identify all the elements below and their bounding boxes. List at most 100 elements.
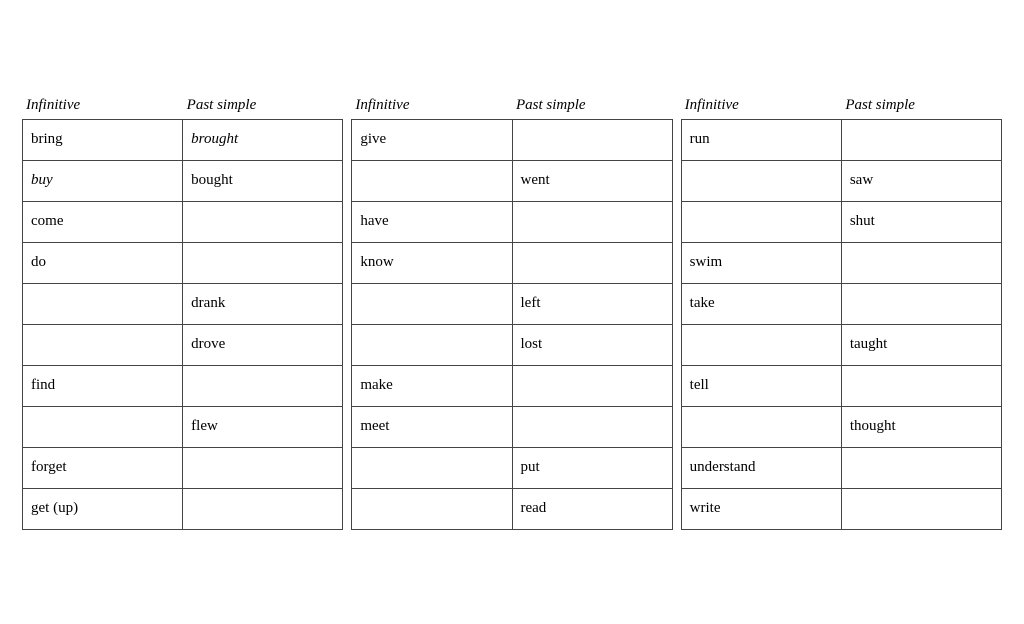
cell-past-simple [513, 243, 672, 283]
header-past-simple: Past simple [512, 95, 673, 116]
cell-infinitive: have [352, 202, 512, 242]
cell-infinitive [352, 448, 512, 488]
table-row: take [682, 284, 1001, 325]
table-row: put [352, 448, 671, 489]
table-row: meet [352, 407, 671, 448]
cell-infinitive [23, 407, 183, 447]
cell-infinitive: take [682, 284, 842, 324]
cell-infinitive: run [682, 120, 842, 160]
cell-past-simple [842, 489, 1001, 529]
table-row: shut [682, 202, 1001, 243]
cell-past-simple [183, 448, 342, 488]
table-1: bringbroughtbuyboughtcomedodrankdrovefin… [22, 119, 343, 530]
table-row: know [352, 243, 671, 284]
table-row: drank [23, 284, 342, 325]
table-row: bringbrought [23, 120, 342, 161]
cell-infinitive: meet [352, 407, 512, 447]
cell-infinitive: bring [23, 120, 183, 160]
table-row: run [682, 120, 1001, 161]
cell-past-simple [513, 120, 672, 160]
cell-infinitive: swim [682, 243, 842, 283]
column-headers-2: InfinitivePast simple [351, 95, 672, 119]
cell-past-simple: shut [842, 202, 1001, 242]
column-group-2: InfinitivePast simplegivewenthaveknowlef… [351, 95, 672, 530]
table-row: left [352, 284, 671, 325]
table-3: runsawshutswimtaketaughttellthoughtunder… [681, 119, 1002, 530]
column-group-1: InfinitivePast simplebringbroughtbuyboug… [22, 95, 343, 530]
cell-past-simple: taught [842, 325, 1001, 365]
column-headers-3: InfinitivePast simple [681, 95, 1002, 119]
cell-infinitive: come [23, 202, 183, 242]
header-past-simple: Past simple [183, 95, 344, 116]
cell-past-simple [842, 120, 1001, 160]
cell-past-simple [183, 489, 342, 529]
cell-infinitive: make [352, 366, 512, 406]
page-wrapper: InfinitivePast simplebringbroughtbuyboug… [22, 95, 1002, 530]
cell-past-simple: saw [842, 161, 1001, 201]
cell-past-simple: thought [842, 407, 1001, 447]
cell-past-simple: drank [183, 284, 342, 324]
table-row: find [23, 366, 342, 407]
table-row: come [23, 202, 342, 243]
table-row: get (up) [23, 489, 342, 529]
table-row: do [23, 243, 342, 284]
table-row: understand [682, 448, 1001, 489]
cell-past-simple [183, 366, 342, 406]
table-row: flew [23, 407, 342, 448]
cell-past-simple: brought [183, 120, 342, 160]
cell-infinitive [682, 407, 842, 447]
cell-infinitive [352, 325, 512, 365]
cell-infinitive: forget [23, 448, 183, 488]
table-row: write [682, 489, 1001, 529]
table-row: tell [682, 366, 1001, 407]
table-row: went [352, 161, 671, 202]
table-row: thought [682, 407, 1001, 448]
cell-infinitive [682, 202, 842, 242]
table-row: saw [682, 161, 1001, 202]
cell-past-simple [842, 448, 1001, 488]
cell-infinitive [23, 325, 183, 365]
cell-past-simple: lost [513, 325, 672, 365]
cell-infinitive [682, 161, 842, 201]
table-row: have [352, 202, 671, 243]
cell-past-simple [842, 284, 1001, 324]
cell-past-simple [183, 202, 342, 242]
table-row: drove [23, 325, 342, 366]
cell-infinitive [23, 284, 183, 324]
cell-past-simple [513, 407, 672, 447]
column-group-3: InfinitivePast simplerunsawshutswimtaket… [681, 95, 1002, 530]
cell-past-simple: went [513, 161, 672, 201]
cell-infinitive [352, 489, 512, 529]
cell-infinitive [352, 284, 512, 324]
cell-past-simple: drove [183, 325, 342, 365]
column-headers-1: InfinitivePast simple [22, 95, 343, 119]
cell-past-simple: left [513, 284, 672, 324]
table-row: buybought [23, 161, 342, 202]
cell-infinitive: know [352, 243, 512, 283]
table-row: make [352, 366, 671, 407]
table-row: swim [682, 243, 1001, 284]
cell-past-simple: read [513, 489, 672, 529]
cell-infinitive [352, 161, 512, 201]
cell-infinitive: write [682, 489, 842, 529]
header-past-simple: Past simple [841, 95, 1002, 116]
table-2: givewenthaveknowleftlostmakemeetputread [351, 119, 672, 530]
cell-infinitive: buy [23, 161, 183, 201]
table-row: forget [23, 448, 342, 489]
cell-infinitive: find [23, 366, 183, 406]
table-row: give [352, 120, 671, 161]
cell-infinitive: tell [682, 366, 842, 406]
main-table: InfinitivePast simplebringbroughtbuyboug… [22, 95, 1002, 530]
cell-infinitive [682, 325, 842, 365]
table-row: read [352, 489, 671, 529]
table-row: lost [352, 325, 671, 366]
cell-past-simple [183, 243, 342, 283]
cell-past-simple [513, 202, 672, 242]
cell-past-simple [842, 366, 1001, 406]
cell-infinitive: understand [682, 448, 842, 488]
cell-infinitive: give [352, 120, 512, 160]
cell-past-simple: put [513, 448, 672, 488]
cell-past-simple [513, 366, 672, 406]
cell-infinitive: do [23, 243, 183, 283]
cell-past-simple: flew [183, 407, 342, 447]
